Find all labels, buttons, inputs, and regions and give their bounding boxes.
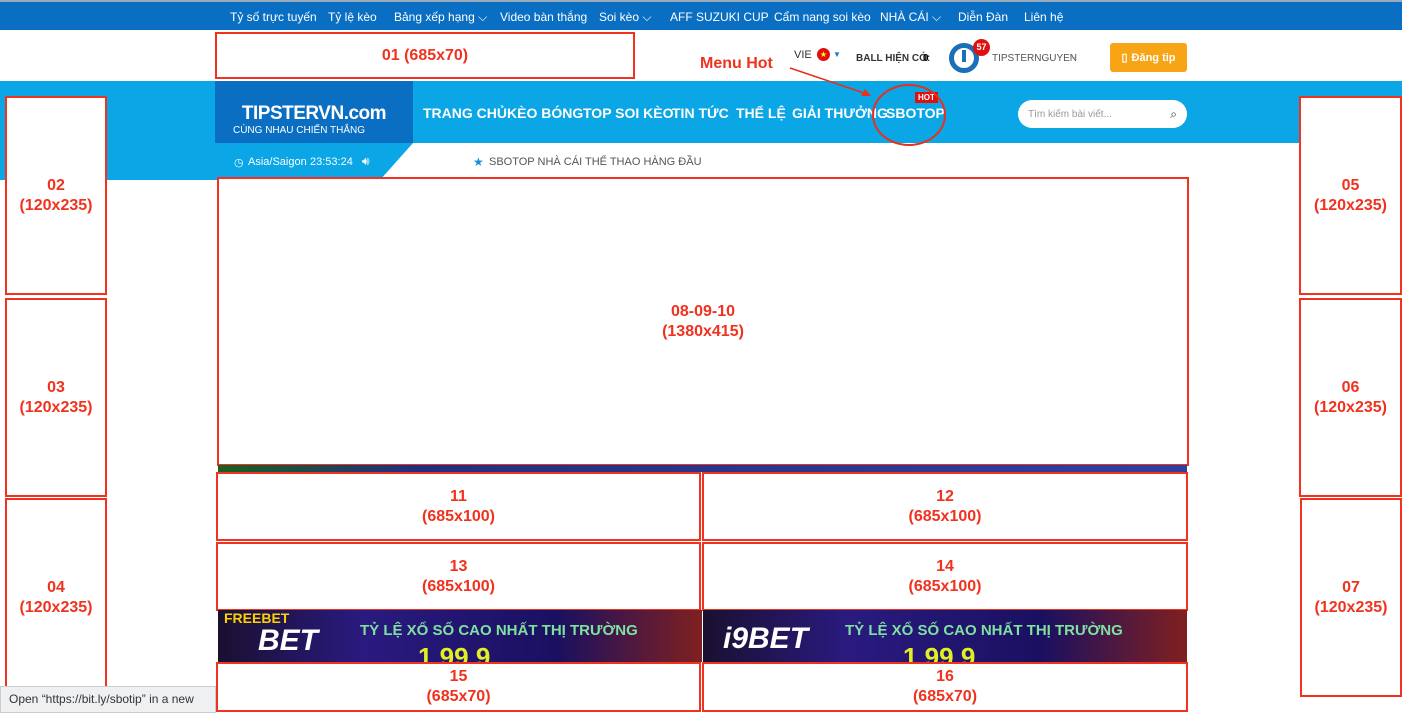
slot-size: (685x100): [908, 507, 982, 525]
slot-size: (1380x415): [662, 322, 744, 340]
language-selector[interactable]: VIE: [794, 49, 812, 61]
ball-label: BALL HIỆN CÓ:: [856, 53, 931, 64]
banner-headline: TỶ LỆ XỔ SỐ CAO NHẤT THỊ TRƯỜNG: [845, 622, 1123, 639]
slot-size: (120x235): [19, 196, 93, 214]
banner-brand: BET: [258, 624, 318, 657]
ad-slot-11: 11 (685x100): [216, 472, 701, 541]
annotation-ellipse: [872, 84, 946, 146]
timezone: Asia/Saigon: [248, 156, 307, 168]
status-bar-url: Open “https://bit.ly/sbotip” in a new: [0, 686, 216, 713]
slot-size: (685x100): [422, 507, 495, 525]
ad-slot-03: 03 (120x235): [5, 298, 107, 497]
topnav-odds[interactable]: Tỷ lệ kèo: [328, 10, 377, 24]
ball-value: 0: [923, 53, 929, 64]
slot-label: 14: [936, 557, 954, 575]
ad-slot-14: 14 (685x100): [702, 542, 1188, 611]
ad-slot-16: 16 (685x70): [702, 662, 1188, 712]
ad-slot-01: 01 (685x70): [215, 32, 635, 79]
banner-strip: [218, 465, 1187, 472]
chevron-down-icon: ⌵: [1070, 51, 1077, 61]
slot-label: 15: [449, 668, 468, 685]
topnav-aff-cup[interactable]: AFF SUZUKI CUP: [670, 10, 769, 24]
logo-tagline: CÙNG NHAU CHIẾN THẮNG: [232, 125, 366, 136]
ad-slot-02: 02 (120x235): [5, 96, 107, 295]
notification-badge[interactable]: 57: [973, 39, 990, 56]
document-icon: ▯: [1121, 52, 1128, 64]
slot-size: (685x70): [912, 688, 978, 705]
slot-label: 08-09-10: [670, 302, 736, 320]
slot-label: 01 (685x70): [381, 46, 469, 64]
topnav-video[interactable]: Video bàn thắng: [500, 10, 587, 24]
nav-match-odds[interactable]: KÈO BÓNG: [507, 105, 583, 121]
banner-headline: TỶ LỆ XỔ SỐ CAO NHẤT THỊ TRƯỜNG: [360, 622, 638, 639]
ad-slot-08-09-10: 08-09-10 (1380x415): [217, 177, 1189, 466]
annotation-arrow: [789, 67, 871, 96]
logo-name: TIPSTERVN.com: [241, 103, 387, 124]
slot-size: (120x235): [19, 598, 93, 616]
slot-size: (685x100): [422, 577, 495, 595]
slot-size: (120x235): [1314, 598, 1388, 616]
lottery-banner-2[interactable]: i9BET TỶ LỆ XỔ SỐ CAO NHẤT THỊ TRƯỜNG 1.…: [703, 610, 1187, 662]
slot-label: 06: [1341, 378, 1360, 396]
vietnam-flag-icon: ★: [817, 48, 830, 61]
nav-top-predictions[interactable]: TOP SOI KÈO: [583, 105, 674, 121]
speaker-icon[interactable]: 🔊︎: [362, 154, 370, 169]
slot-label: 16: [936, 668, 954, 685]
slot-label: 02: [47, 176, 65, 194]
nav-home[interactable]: TRANG CHỦ: [423, 105, 507, 121]
slot-size: (685x70): [426, 688, 491, 705]
banner-value: 1.99,9: [903, 642, 976, 662]
topnav-forum[interactable]: Diễn Đàn: [958, 10, 1008, 24]
slot-label: 12: [936, 487, 954, 505]
star-icon: ★: [473, 155, 484, 169]
topnav-live-scores[interactable]: Tỷ số trực tuyến: [230, 10, 317, 24]
slot-label: 04: [47, 578, 65, 596]
search-icon[interactable]: ⌕: [1170, 107, 1177, 122]
nav-news[interactable]: TIN TỨC: [672, 105, 729, 121]
chevron-down-icon: ▼: [833, 50, 841, 59]
username-menu[interactable]: TIPSTERNGUYEN: [992, 53, 1077, 64]
logo[interactable]: TIPSTERVN.com CÙNG NHAU CHIẾN THẮNG: [215, 81, 413, 143]
slot-label: 05: [1341, 176, 1360, 194]
banner-value: 1.99,9: [418, 642, 491, 662]
search-placeholder: Tìm kiếm bài viết...: [1028, 108, 1112, 120]
topnav-bookmakers[interactable]: NHÀ CÁI ⌵: [880, 10, 941, 25]
ad-slot-06: 06 (120x235): [1299, 298, 1402, 497]
slot-label: 03: [47, 378, 65, 396]
slot-size: (120x235): [1314, 196, 1387, 214]
slot-label: 07: [1342, 578, 1360, 596]
ad-slot-12: 12 (685x100): [702, 472, 1188, 541]
ad-slot-15: 15 (685x70): [216, 662, 701, 712]
banner-brand: i9BET: [723, 622, 809, 655]
ad-slot-07: 07 (120x235): [1300, 498, 1402, 697]
post-tip-button[interactable]: ▯ Đăng tip: [1110, 43, 1187, 72]
clock-time: 23:53:24: [310, 156, 353, 168]
search-input[interactable]: Tìm kiếm bài viết... ⌕: [1018, 100, 1187, 128]
topnav-predictions[interactable]: Soi kèo ⌵: [599, 10, 651, 25]
top-navbar: Tỷ số trực tuyến Tỷ lệ kèo Bảng xếp hạng…: [0, 0, 1402, 30]
slot-label: 13: [449, 557, 468, 575]
topnav-contact[interactable]: Liên hệ: [1024, 10, 1063, 24]
topnav-guide[interactable]: Cẩm nang soi kèo: [774, 10, 871, 24]
ad-slot-04: 04 (120x235): [5, 498, 107, 697]
slot-label: 11: [450, 487, 467, 505]
lottery-banner-1[interactable]: FREEBET BET TỶ LỆ XỔ SỐ CAO NHẤT THỊ TRƯ…: [218, 610, 702, 662]
topnav-standings[interactable]: Bảng xếp hạng ⌵: [394, 10, 487, 25]
clock-icon: ◷: [234, 157, 244, 169]
ad-slot-05: 05 (120x235): [1299, 96, 1402, 295]
annotation-label: Menu Hot: [700, 55, 773, 72]
ad-slot-13: 13 (685x100): [216, 542, 701, 611]
news-ticker[interactable]: SBOTOP NHÀ CÁI THỂ THAO HÀNG ĐẦU: [489, 156, 702, 168]
slot-size: (685x100): [908, 577, 982, 595]
nav-rules[interactable]: THỂ LỆ: [736, 105, 786, 121]
slot-size: (120x235): [19, 398, 93, 416]
post-tip-label: Đăng tip: [1131, 51, 1176, 64]
slot-size: (120x235): [1314, 398, 1387, 416]
